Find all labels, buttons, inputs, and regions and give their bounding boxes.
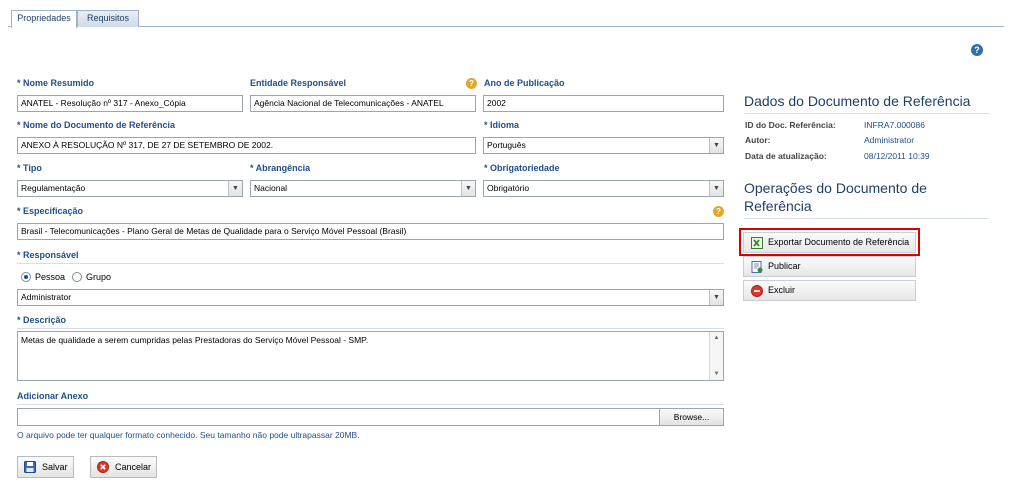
- responsavel-select[interactable]: Administrator ▼: [17, 289, 724, 306]
- publish-button[interactable]: Publicar: [743, 256, 916, 277]
- chevron-down-icon[interactable]: ▼: [709, 138, 723, 153]
- help-icon[interactable]: ?: [971, 44, 983, 56]
- excel-export-icon: [751, 237, 763, 249]
- export-label: Exportar Documento de Referência: [768, 237, 910, 247]
- meta-id-value: INFRA7.000086: [864, 120, 925, 130]
- idioma-select[interactable]: Português ▼: [483, 137, 724, 154]
- ano-label: Ano de Publicação: [484, 78, 565, 88]
- radio-grupo-label: Grupo: [86, 272, 112, 282]
- divider: [17, 404, 724, 405]
- idioma-value: Português: [487, 140, 526, 150]
- abrangencia-select[interactable]: Nacional ▼: [250, 180, 476, 197]
- dados-title: Dados do Documento de Referência: [744, 93, 971, 109]
- responsavel-label: * Responsável: [17, 250, 79, 260]
- chevron-down-icon[interactable]: ▼: [709, 181, 723, 196]
- delete-button[interactable]: Excluir: [743, 280, 916, 301]
- descricao-value: Metas de qualidade a serem cumpridas pel…: [21, 335, 369, 345]
- nome-documento-input[interactable]: ANEXO À RESOLUÇÃO Nº 317, DE 27 DE SETEM…: [17, 137, 476, 154]
- especificacao-input[interactable]: Brasil - Telecomunicações - Plano Geral …: [17, 223, 724, 240]
- descricao-label: * Descrição: [17, 315, 67, 325]
- meta-autor-value: Administrator: [864, 135, 915, 145]
- anexo-label: Adicionar Anexo: [17, 391, 89, 401]
- abrangencia-label: * Abrangência: [250, 163, 311, 173]
- delete-label: Excluir: [768, 285, 796, 295]
- tab-strip-line: [8, 26, 1004, 27]
- scroll-down-icon[interactable]: ▼: [710, 368, 723, 380]
- chevron-down-icon[interactable]: ▼: [461, 181, 475, 196]
- nome-documento-label: * Nome do Documento de Referência: [17, 120, 176, 130]
- tab-propriedades[interactable]: Propriedades: [11, 10, 77, 28]
- cancel-label: Cancelar: [115, 462, 152, 472]
- operacoes-title-line2: Referência: [744, 198, 812, 214]
- export-button[interactable]: Exportar Documento de Referência: [743, 232, 916, 253]
- chevron-down-icon[interactable]: ▼: [228, 181, 242, 196]
- obrigatoriedade-select[interactable]: Obrigatório ▼: [483, 180, 724, 197]
- publish-icon: [751, 261, 763, 273]
- cancel-icon: [97, 461, 109, 473]
- especificacao-label: * Especificação: [17, 206, 84, 216]
- entidade-help-icon[interactable]: ?: [466, 78, 477, 89]
- meta-data-value: 08/12/2011 10:39: [864, 151, 930, 161]
- meta-autor-label: Autor:: [745, 135, 771, 145]
- tipo-value: Regulamentação: [21, 183, 86, 193]
- nome-resumido-input[interactable]: ANATEL - Resolução nº 317 - Anexo_Cópia: [17, 95, 243, 112]
- tipo-select[interactable]: Regulamentação ▼: [17, 180, 243, 197]
- operacoes-title-line1: Operações do Documento de: [744, 180, 927, 196]
- abrangencia-value: Nacional: [254, 183, 288, 193]
- divider: [17, 263, 724, 264]
- obrigatoriedade-label: * Obrigatoriedade: [484, 163, 560, 173]
- delete-icon: [751, 285, 763, 297]
- responsavel-value: Administrator: [21, 292, 72, 302]
- floppy-disk-icon: [24, 461, 36, 473]
- radio-pessoa-label: Pessoa: [35, 272, 66, 282]
- scroll-up-icon[interactable]: ▲: [710, 332, 723, 344]
- tab-requisitos[interactable]: Requisitos: [77, 10, 139, 27]
- entidade-input[interactable]: Agência Nacional de Telecomunicações - A…: [250, 95, 476, 112]
- obrigatoriedade-value: Obrigatório: [487, 183, 530, 193]
- chevron-down-icon[interactable]: ▼: [709, 290, 723, 305]
- divider: [744, 218, 989, 219]
- nome-resumido-label: * Nome Resumido: [17, 78, 95, 88]
- browse-button[interactable]: Browse...: [659, 408, 724, 426]
- publish-label: Publicar: [768, 261, 801, 271]
- save-label: Salvar: [42, 462, 68, 472]
- meta-id-label: ID do Doc. Referência:: [745, 120, 836, 130]
- entidade-label: Entidade Responsável: [250, 78, 347, 88]
- cancel-button[interactable]: Cancelar: [90, 456, 157, 478]
- anexo-hint: O arquivo pode ter qualquer formato conh…: [17, 430, 360, 440]
- scrollbar[interactable]: ▲ ▼: [709, 332, 723, 380]
- anexo-file-input[interactable]: [17, 408, 660, 426]
- save-button[interactable]: Salvar: [17, 456, 74, 478]
- divider: [744, 113, 989, 114]
- especificacao-help-icon[interactable]: ?: [713, 206, 724, 217]
- meta-data-label: Data de atualização:: [745, 151, 827, 161]
- divider: [17, 328, 724, 329]
- tipo-label: * Tipo: [17, 163, 42, 173]
- radio-grupo[interactable]: [72, 272, 82, 282]
- ano-input[interactable]: 2002: [483, 95, 724, 112]
- idioma-label: * Idioma: [484, 120, 520, 130]
- radio-pessoa[interactable]: [21, 272, 31, 282]
- descricao-textarea[interactable]: Metas de qualidade a serem cumpridas pel…: [17, 331, 724, 381]
